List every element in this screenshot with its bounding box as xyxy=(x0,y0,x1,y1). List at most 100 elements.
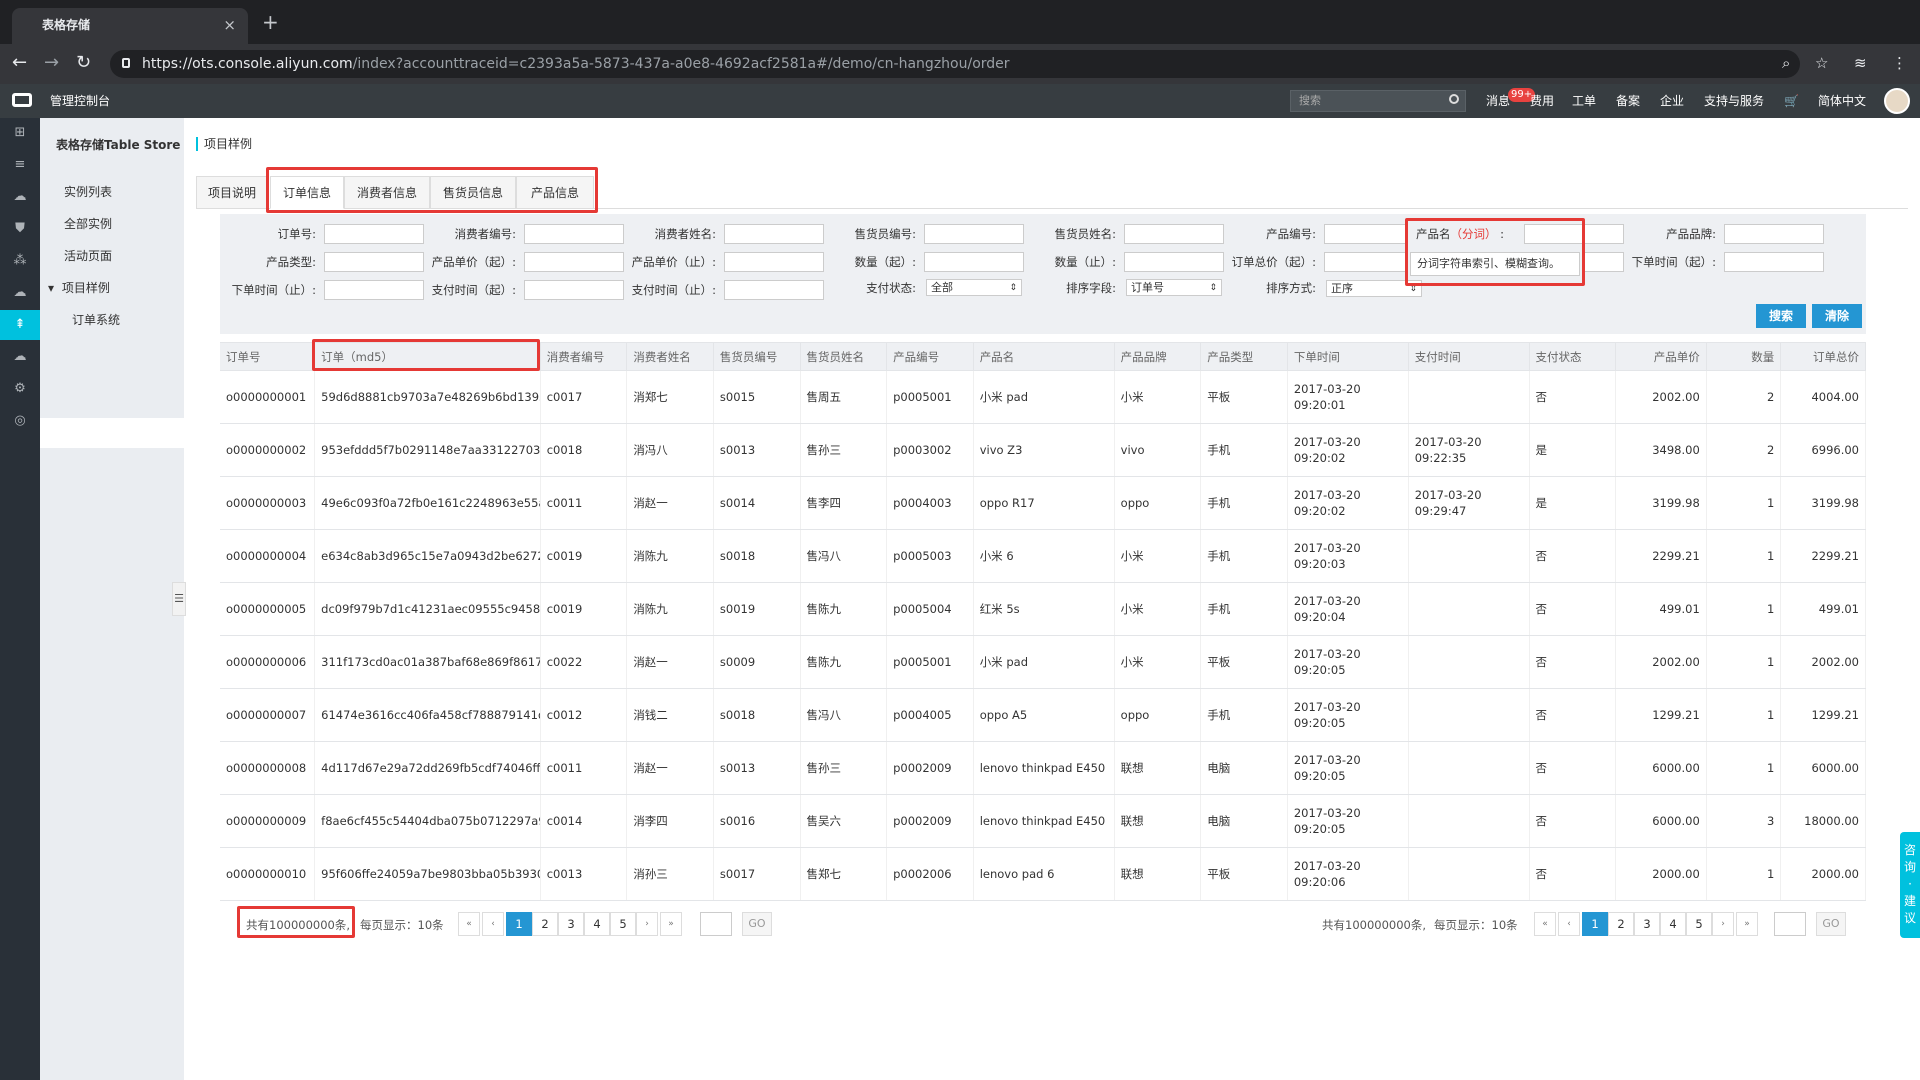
table-row[interactable]: o0000000005 dc09f979b7d1c41231aec09555c94… xyxy=(220,582,1866,636)
table-row[interactable]: o0000000010 95f606ffe24059a7be9803bba05b3… xyxy=(220,847,1866,901)
cart-icon[interactable]: 🛒 xyxy=(1784,84,1799,118)
network-icon[interactable]: ⁂ xyxy=(0,246,40,276)
page-1-button[interactable]: 1 xyxy=(506,912,532,936)
nav-messages[interactable]: 消息 xyxy=(1486,84,1510,118)
clear-button[interactable]: 清除 xyxy=(1812,304,1862,328)
cloud-db-icon[interactable]: ☁ xyxy=(0,342,40,372)
first-page-button[interactable]: « xyxy=(1534,912,1556,936)
product-id-input[interactable] xyxy=(1324,224,1408,244)
first-page-button[interactable]: « xyxy=(458,912,480,936)
page-1-button[interactable]: 1 xyxy=(1582,912,1608,936)
sidebar-item-demo-group[interactable]: ▾ 项目样例 xyxy=(48,279,110,296)
sidebar-item-order-system[interactable]: 订单系统 xyxy=(72,311,120,328)
page-jump-input[interactable] xyxy=(700,912,732,936)
column-header[interactable]: 产品类型 xyxy=(1200,342,1288,371)
last-page-button[interactable]: » xyxy=(1736,912,1758,936)
list-icon[interactable]: ≡ xyxy=(0,150,40,180)
table-store-icon[interactable]: ⇞ xyxy=(0,310,40,340)
column-header[interactable]: 数量 xyxy=(1706,342,1782,371)
order-time-from-input[interactable] xyxy=(1724,252,1824,272)
column-header[interactable]: 消费者姓名 xyxy=(626,342,714,371)
column-header[interactable]: 支付状态 xyxy=(1529,342,1617,371)
aliyun-logo-icon[interactable] xyxy=(12,93,32,107)
sidebar-collapse-icon[interactable]: ☰ xyxy=(172,582,186,616)
product-brand-input[interactable] xyxy=(1724,224,1824,244)
nav-ticket[interactable]: 工单 xyxy=(1572,84,1596,118)
console-title[interactable]: 管理控制台 xyxy=(50,84,110,118)
total-from-input[interactable] xyxy=(1324,252,1408,272)
settings-icon[interactable]: ⚙ xyxy=(0,374,40,404)
page-3-button[interactable]: 3 xyxy=(558,912,584,936)
next-page-button[interactable]: › xyxy=(1712,912,1734,936)
bookmark-star-icon[interactable]: ☆ xyxy=(1815,54,1828,72)
nav-enterprise[interactable]: 企业 xyxy=(1660,84,1684,118)
table-row[interactable]: o0000000006 311f173cd0ac01a387baf68e869f8… xyxy=(220,635,1866,689)
new-tab-icon[interactable]: + xyxy=(262,10,279,34)
per-page-left: 每页显示：10条 xyxy=(360,918,444,932)
nav-record[interactable]: 备案 xyxy=(1616,84,1640,118)
page-2-button[interactable]: 2 xyxy=(1608,912,1634,936)
table-row[interactable]: o0000000001 59d6d8881cb9703a7e48269b6bd13… xyxy=(220,370,1866,424)
page-jump-input[interactable] xyxy=(1774,912,1806,936)
page-4-button[interactable]: 4 xyxy=(1660,912,1686,936)
shield-icon[interactable]: ⛊ xyxy=(0,214,40,244)
next-page-button[interactable]: › xyxy=(636,912,658,936)
table-cell xyxy=(1408,370,1530,424)
sidebar-item-activity[interactable]: 活动页面 xyxy=(64,247,112,264)
table-row[interactable]: o0000000004 e634c8ab3d965c15e7a0943d2be62… xyxy=(220,529,1866,583)
last-page-button[interactable]: » xyxy=(660,912,682,936)
back-icon[interactable]: ← xyxy=(12,52,27,73)
column-header[interactable]: 支付时间 xyxy=(1408,342,1530,371)
sidebar-item-instances[interactable]: 实例列表 xyxy=(64,183,112,200)
column-header[interactable]: 售货员姓名 xyxy=(800,342,888,371)
table-cell: 4d117d67e29a72dd269fb5cdf74046ff xyxy=(314,741,541,795)
page-4-button[interactable]: 4 xyxy=(584,912,610,936)
column-header[interactable]: 消费者编号 xyxy=(540,342,628,371)
storage-icon[interactable]: ☁ xyxy=(0,278,40,308)
table-cell: 售陈九 xyxy=(800,582,888,636)
sidebar-item-all-instances[interactable]: 全部实例 xyxy=(64,215,112,232)
page-5-button[interactable]: 5 xyxy=(610,912,636,936)
top-search-input[interactable]: 搜索 xyxy=(1290,90,1466,112)
column-header[interactable]: 下单时间 xyxy=(1287,342,1409,371)
table-row[interactable]: o0000000009 f8ae6cf455c54404dba075b071229… xyxy=(220,794,1866,848)
reload-icon[interactable]: ↻ xyxy=(76,52,91,73)
table-row[interactable]: o0000000003 49e6c093f0a72fb0e161c2248963e… xyxy=(220,476,1866,530)
browser-tab[interactable]: 表格存储 × xyxy=(12,8,248,44)
column-header[interactable]: 产品编号 xyxy=(886,342,974,371)
avatar[interactable] xyxy=(1884,88,1910,114)
column-header[interactable]: 产品单价 xyxy=(1615,342,1707,371)
table-row[interactable]: o0000000007 61474e3616cc406fa458cf7888791… xyxy=(220,688,1866,742)
search-button[interactable]: 搜索 xyxy=(1756,304,1806,328)
column-header[interactable]: 订单号 xyxy=(220,342,316,371)
extension-icon[interactable]: ≋ xyxy=(1854,54,1867,72)
page-3-button[interactable]: 3 xyxy=(1634,912,1660,936)
monitor-icon[interactable]: ◎ xyxy=(0,406,40,436)
go-button[interactable]: GO xyxy=(1816,912,1846,936)
column-header[interactable]: 产品名 xyxy=(973,342,1115,371)
nav-support[interactable]: 支持与服务 xyxy=(1704,84,1764,118)
search-icon[interactable] xyxy=(1449,94,1459,104)
close-tab-icon[interactable]: × xyxy=(223,8,236,42)
page-2-button[interactable]: 2 xyxy=(532,912,558,936)
prev-page-button[interactable]: ‹ xyxy=(1558,912,1580,936)
prev-page-button[interactable]: ‹ xyxy=(482,912,504,936)
page-5-button[interactable]: 5 xyxy=(1686,912,1712,936)
grid-menu-icon[interactable]: ⊞ xyxy=(0,118,40,148)
cloud-icon[interactable]: ☁ xyxy=(0,182,40,212)
tab-project-intro[interactable]: 项目说明 xyxy=(196,176,268,209)
table-row[interactable]: o0000000008 4d117d67e29a72dd269fb5cdf7404… xyxy=(220,741,1866,795)
nav-language[interactable]: 简体中文 xyxy=(1818,84,1866,118)
nav-fees[interactable]: 费用 xyxy=(1530,84,1554,118)
url-field[interactable]: https://ots.console.aliyun.com/index?acc… xyxy=(110,50,1800,78)
table-cell: 2017-03-20 09:20:06 xyxy=(1287,847,1409,901)
column-header[interactable]: 订单总价 xyxy=(1780,342,1866,371)
table-row[interactable]: o0000000002 953efddd5f7b0291148e7aa331227… xyxy=(220,423,1866,477)
forward-icon[interactable]: → xyxy=(44,52,59,73)
browser-menu-icon[interactable]: ⋮ xyxy=(1892,54,1907,72)
column-header[interactable]: 售货员编号 xyxy=(713,342,801,371)
feedback-widget[interactable]: 咨 询 · 建 议 xyxy=(1900,832,1920,938)
go-button[interactable]: GO xyxy=(742,912,772,936)
column-header[interactable]: 产品品牌 xyxy=(1114,342,1202,371)
zoom-icon[interactable]: ⌕ xyxy=(1782,54,1790,72)
